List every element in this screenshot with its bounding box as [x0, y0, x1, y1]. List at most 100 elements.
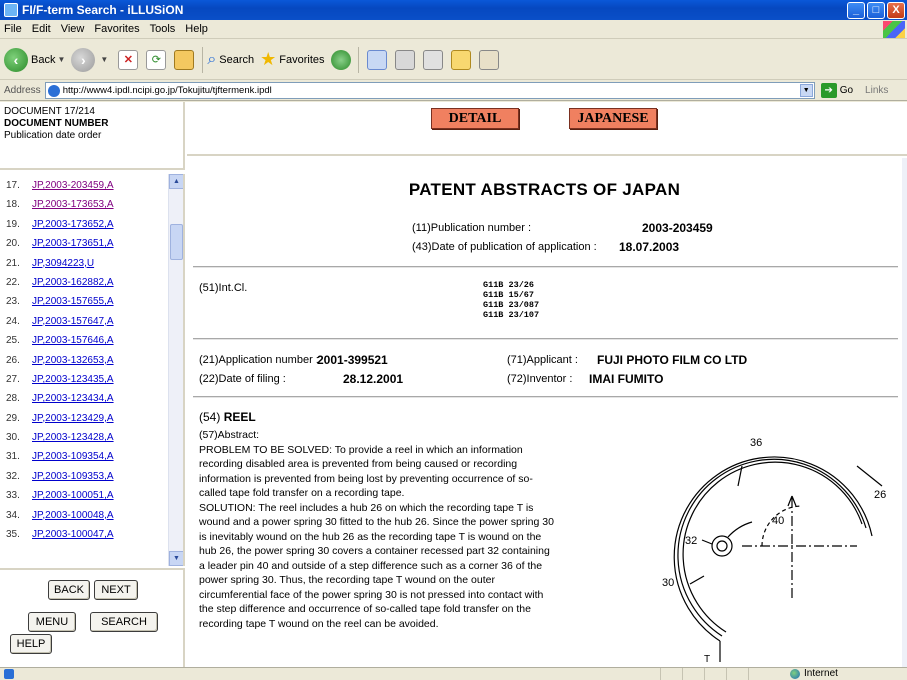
label-26: 26 — [874, 489, 886, 501]
document-link[interactable]: JP,2003-123434,A — [32, 393, 114, 412]
abstract-line: hub 26, the power spring 30 covers a con… — [199, 545, 550, 557]
document-link[interactable]: JP,2003-100048,A — [32, 510, 114, 529]
list-item-number: 31. — [6, 451, 20, 463]
document-counter: DOCUMENT 17/214 — [4, 106, 95, 117]
favorites-button[interactable]: ★ Favorites — [260, 49, 324, 70]
abstract-line: recording disabled area is prevented fro… — [199, 458, 518, 470]
divider — [193, 338, 898, 340]
abstract-scrollbar[interactable] — [902, 158, 907, 667]
document-link[interactable]: JP,2003-157646,A — [32, 335, 114, 354]
close-button[interactable]: X — [887, 2, 905, 19]
maximize-button[interactable]: □ — [867, 2, 885, 19]
back-page-button[interactable]: BACK — [48, 580, 90, 600]
go-button[interactable]: ➔ Go — [820, 83, 853, 98]
links-button[interactable]: Links — [865, 85, 888, 96]
address-bar: Address http://www4.ipdl.ncipi.go.jp/Tok… — [0, 81, 907, 101]
go-arrow-icon: ➔ — [820, 83, 837, 98]
search-page-button[interactable]: SEARCH — [90, 612, 158, 632]
title-value: REEL — [223, 410, 256, 424]
forward-button[interactable]: › ▼ — [71, 47, 108, 72]
label-36: 36 — [750, 437, 762, 449]
menu-view[interactable]: View — [61, 23, 85, 35]
document-link[interactable]: JP,2003-123428,A — [32, 432, 114, 451]
document-link[interactable]: JP,2003-162882,A — [32, 277, 114, 296]
back-button[interactable]: ‹ Back ▼ — [4, 47, 65, 72]
list-item-number: 27. — [6, 373, 20, 385]
detail-button[interactable]: DETAIL — [431, 108, 519, 129]
document-link[interactable]: JP,2003-132653,A — [32, 355, 114, 374]
list-item-number: 21. — [6, 257, 20, 269]
abstract-line: called tape fold transfer on a recording… — [199, 487, 405, 499]
search-button[interactable]: ⌕ Search — [207, 51, 254, 69]
document-link[interactable]: JP,2003-173653,A — [32, 199, 114, 218]
document-link[interactable]: JP,2003-100051,A — [32, 490, 114, 509]
windows-logo-icon — [883, 21, 905, 38]
document-link[interactable]: JP,2003-173651,A — [32, 238, 114, 257]
japanese-button[interactable]: JAPANESE — [569, 108, 657, 129]
document-link[interactable]: JP,2003-123435,A — [32, 374, 114, 393]
list-item-number: 20. — [6, 238, 20, 250]
internet-globe-icon — [790, 668, 800, 679]
abstract-line: is inevitably wound on the hub 26 as the… — [199, 530, 542, 543]
mail-icon[interactable] — [366, 49, 387, 70]
list-item-number: 19. — [6, 218, 20, 230]
list-item: 25. JP,2003-157646,A — [6, 335, 183, 354]
list-item-number: 35. — [6, 529, 20, 541]
stop-icon[interactable]: ✕ — [118, 49, 139, 70]
list-item: 34. JP,2003-100048,A — [6, 510, 183, 529]
edit-icon[interactable] — [422, 49, 443, 70]
label-t: T — [704, 654, 710, 665]
applicant: FUJI PHOTO FILM CO LTD — [597, 353, 748, 367]
list-item: 33. JP,2003-100051,A — [6, 490, 183, 509]
document-link[interactable]: JP,2003-157647,A — [32, 316, 114, 335]
help-button[interactable]: HELP — [10, 634, 52, 654]
label-32: 32 — [685, 535, 697, 547]
security-zone: Internet — [790, 668, 838, 679]
list-scrollbar[interactable]: ▲ ▼ — [168, 174, 183, 566]
scroll-thumb[interactable] — [170, 224, 183, 260]
document-link[interactable]: JP,2003-100047,A — [32, 529, 114, 548]
menu-help[interactable]: Help — [185, 23, 208, 35]
forward-dropdown-icon[interactable]: ▼ — [100, 55, 108, 64]
list-item: 29. JP,2003-123429,A — [6, 413, 183, 432]
menu-tools[interactable]: Tools — [150, 23, 176, 35]
menu-file[interactable]: File — [4, 23, 22, 35]
abstract-label: (57)Abstract: — [199, 429, 260, 441]
address-dropdown-icon[interactable]: ▼ — [799, 84, 813, 97]
menu-edit[interactable]: Edit — [32, 23, 51, 35]
address-url: http://www4.ipdl.ncipi.go.jp/Tokujitu/tj… — [62, 85, 272, 96]
menu-favorites[interactable]: Favorites — [94, 23, 139, 35]
document-link[interactable]: JP,2003-157655,A — [32, 296, 114, 315]
address-input[interactable]: http://www4.ipdl.ncipi.go.jp/Tokujitu/tj… — [44, 82, 815, 99]
document-link[interactable]: JP,2003-173652,A — [32, 219, 114, 238]
refresh-icon[interactable]: ⟳ — [146, 49, 167, 70]
scroll-up-icon[interactable]: ▲ — [169, 174, 183, 189]
toolbar-separator — [202, 46, 204, 73]
back-dropdown-icon[interactable]: ▼ — [57, 55, 65, 64]
window-title: FI/F-term Search - iLLUSiON — [22, 3, 184, 17]
application-number: 2001-399521 — [317, 353, 388, 367]
document-link[interactable]: JP,2003-203459,A — [32, 180, 114, 199]
abstract-line: recording tape T wound on the reel can b… — [199, 617, 439, 630]
inventor-label: (72)Inventor : — [507, 373, 573, 385]
document-link[interactable]: JP,2003-109354,A — [32, 451, 114, 470]
menu-button[interactable]: MENU — [28, 612, 76, 632]
home-icon[interactable] — [174, 49, 195, 70]
document-list: 17. JP,2003-203459,A 18. JP,2003-173653,A 19… — [0, 174, 183, 548]
print-icon[interactable] — [394, 49, 415, 70]
next-page-button[interactable]: NEXT — [94, 580, 138, 600]
inventor: IMAI FUMITO — [589, 372, 664, 386]
document-link[interactable]: JP,2003-109353,A — [32, 471, 114, 490]
page-content: DOCUMENT 17/214 DOCUMENT NUMBER Publicat… — [0, 102, 907, 667]
reel-drawing: 36 26 32 40 30 T — [662, 437, 886, 665]
intcl-codes: G11B 23/26 G11B 15/67 G11B 23/087 G11B 2… — [483, 280, 539, 320]
sort-order-label: Publication date order — [4, 130, 102, 141]
discuss-icon[interactable] — [478, 49, 499, 70]
minimize-button[interactable]: _ — [847, 2, 865, 19]
document-link[interactable]: JP,3094223,U — [32, 258, 94, 277]
document-link[interactable]: JP,2003-123429,A — [32, 413, 114, 432]
scroll-down-icon[interactable]: ▼ — [169, 551, 183, 566]
media-icon[interactable] — [330, 49, 351, 70]
folder-icon[interactable] — [450, 49, 471, 70]
toolbar: ‹ Back ▼ › ▼ ✕ ⟳ ⌕ Search ★ Favorites — [0, 40, 907, 80]
